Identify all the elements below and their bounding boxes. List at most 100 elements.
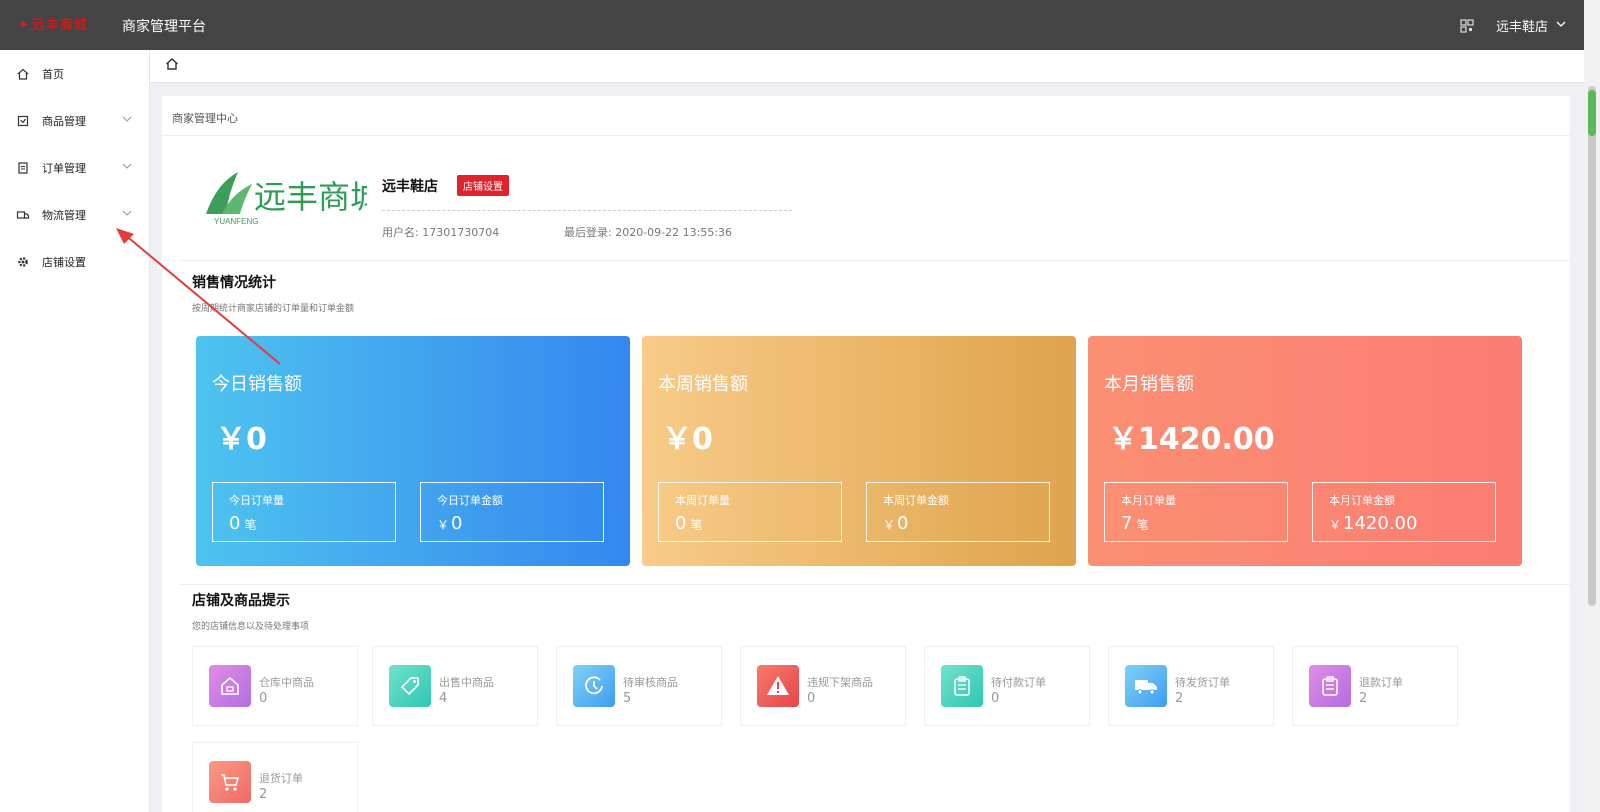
stat-label: 本月订单量 (1121, 494, 1176, 507)
stat-value: ￥ 1420.00 (1329, 513, 1418, 534)
svg-text:YUANFENG: YUANFENG (214, 217, 258, 226)
brand-logo[interactable]: ✦ 远丰商城 (18, 14, 88, 34)
shop-settings-button[interactable]: 店铺设置 (457, 175, 509, 196)
today-money-box: 今日订单金额 ￥ 0 (420, 482, 604, 542)
tip-return-orders[interactable]: 退货订单 2 (192, 742, 358, 812)
tip-label: 退款订单 (1359, 676, 1403, 689)
tip-label: 退货订单 (259, 772, 303, 785)
cart-icon (209, 761, 251, 803)
username-text: 用户名: 17301730704 (382, 226, 500, 239)
top-bar: ✦ 远丰商城 商家管理平台 远丰鞋店 (0, 0, 1584, 50)
tip-value: 2 (1175, 691, 1184, 706)
tip-value: 2 (1359, 691, 1368, 706)
sidebar-item-label: 店铺设置 (42, 255, 86, 269)
stat-value: 0笔 (229, 513, 257, 534)
stat-value: ￥ 0 (437, 513, 463, 534)
truck-icon (1125, 665, 1167, 707)
last-login-text: 最后登录: 2020-09-22 13:55:36 (564, 226, 733, 239)
tip-value: 4 (439, 691, 448, 706)
stat-label: 本周订单金额 (883, 494, 949, 507)
sidebar: 首页 商品管理 订单管理 物流管理 店铺设置 (0, 50, 150, 812)
shop-profile: YUANFENG 远丰商城 远丰鞋店 店铺设置 用户名: 17301730704… (202, 162, 832, 262)
tip-value: 0 (259, 691, 268, 706)
tip-label: 出售中商品 (439, 676, 494, 689)
order-icon (16, 161, 30, 175)
card-amount: ￥1420.00 (1108, 422, 1275, 457)
stat-value: 7笔 (1121, 513, 1149, 534)
tip-label: 待发货订单 (1175, 676, 1230, 689)
month-money-box: 本月订单金额 ￥ 1420.00 (1312, 482, 1496, 542)
main-panel: 商家管理中心 YUANFENG 远丰商城 远丰鞋店 店铺设置 用户名: 1730… (162, 96, 1570, 812)
tip-violation-goods[interactable]: 违规下架商品 0 (740, 646, 906, 726)
card-title: 今日销售额 (212, 374, 302, 395)
card-amount: ￥0 (662, 422, 713, 457)
scroll-thumb[interactable] (1588, 86, 1596, 606)
sidebar-item-home[interactable]: 首页 (0, 50, 149, 97)
sidebar-item-goods[interactable]: 商品管理 (0, 97, 149, 144)
vertical-scrollbar[interactable] (1584, 0, 1600, 812)
panel-title: 商家管理中心 (162, 96, 1570, 136)
stat-label: 今日订单量 (229, 494, 284, 507)
sidebar-item-label: 首页 (42, 67, 64, 81)
sale-tag-icon (389, 665, 431, 707)
logistics-icon (16, 208, 30, 222)
tip-refund-orders[interactable]: 退款订单 2 (1292, 646, 1458, 726)
chevron-down-icon (121, 207, 133, 219)
home-icon[interactable] (164, 56, 180, 72)
sidebar-item-label: 订单管理 (42, 161, 86, 175)
card-amount: ￥0 (216, 422, 267, 457)
brand-mark-icon: ✦ (18, 18, 30, 33)
chevron-down-icon (121, 113, 133, 125)
goods-icon (16, 114, 30, 128)
tip-value: 0 (807, 691, 816, 706)
tip-pending-shipment-orders[interactable]: 待发货订单 2 (1108, 646, 1274, 726)
tip-label: 待审核商品 (623, 676, 678, 689)
tip-warehouse-goods[interactable]: 仓库中商品 0 (192, 646, 358, 726)
stat-value: ￥ 0 (883, 513, 909, 534)
user-menu[interactable]: 远丰鞋店 (1496, 16, 1548, 35)
stat-label: 今日订单金额 (437, 494, 503, 507)
tip-value: 2 (259, 787, 268, 802)
sidebar-item-logistics[interactable]: 物流管理 (0, 191, 149, 238)
month-sales-card: 本月销售额 ￥1420.00 本月订单量 7笔 本月订单金额 ￥ 1420.00 (1088, 336, 1522, 566)
tip-pending-review-goods[interactable]: 待审核商品 5 (556, 646, 722, 726)
tip-value: 5 (623, 691, 632, 706)
svg-text:远丰商城: 远丰商城 (254, 178, 367, 216)
tip-value: 0 (991, 691, 1000, 706)
clock-icon (573, 665, 615, 707)
tip-label: 仓库中商品 (259, 676, 314, 689)
clipboard-icon (941, 665, 983, 707)
tip-pending-payment-orders[interactable]: 待付款订单 0 (924, 646, 1090, 726)
platform-title: 商家管理平台 (122, 19, 206, 35)
week-orders-box: 本周订单量 0笔 (658, 482, 842, 542)
stat-value: 0笔 (675, 513, 703, 534)
today-orders-box: 今日订单量 0笔 (212, 482, 396, 542)
today-sales-card: 今日销售额 ￥0 今日订单量 0笔 今日订单金额 ￥ 0 (196, 336, 630, 566)
tip-label: 待付款订单 (991, 676, 1046, 689)
qrcode-icon[interactable] (1460, 18, 1474, 33)
clipboard-icon (1309, 665, 1351, 707)
sidebar-item-label: 商品管理 (42, 114, 86, 128)
sidebar-item-shop-settings[interactable]: 店铺设置 (0, 238, 149, 285)
gear-icon (16, 255, 30, 269)
shop-name: 远丰鞋店 (382, 179, 438, 195)
top-right-area: 远丰鞋店 (1460, 16, 1566, 35)
week-money-box: 本周订单金额 ￥ 0 (866, 482, 1050, 542)
shop-logo: YUANFENG 远丰商城 (202, 162, 382, 228)
tips-section-subtitle: 您的店铺信息以及待处理事项 (192, 622, 310, 632)
chevron-down-icon[interactable] (1556, 18, 1566, 33)
card-title: 本周销售额 (658, 374, 748, 395)
divider (180, 584, 1570, 585)
tip-on-sale-goods[interactable]: 出售中商品 4 (372, 646, 538, 726)
warehouse-icon (209, 665, 251, 707)
month-orders-box: 本月订单量 7笔 (1104, 482, 1288, 542)
divider (382, 210, 792, 211)
sidebar-item-orders[interactable]: 订单管理 (0, 144, 149, 191)
tips-section-title: 店铺及商品提示 (192, 593, 290, 609)
home-icon (16, 67, 30, 81)
scroll-marker (1588, 90, 1596, 136)
stat-label: 本周订单量 (675, 494, 730, 507)
stat-label: 本月订单金额 (1329, 494, 1395, 507)
tip-label: 违规下架商品 (807, 676, 873, 689)
warning-icon (757, 665, 799, 707)
